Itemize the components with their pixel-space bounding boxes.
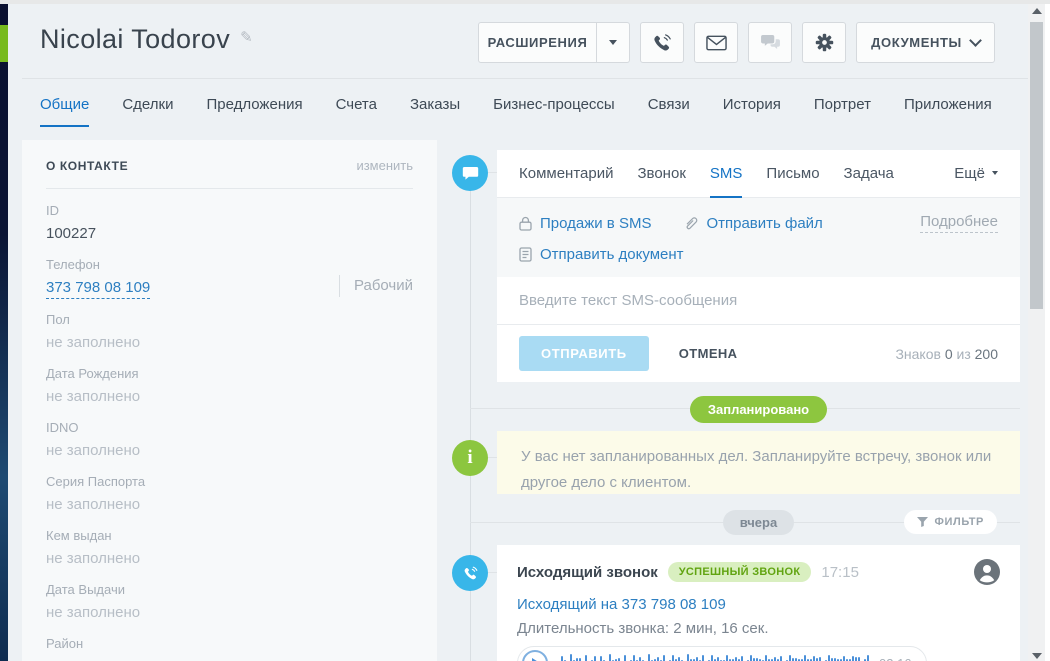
field-partial: Район (46, 636, 84, 651)
phone-type-label: Рабочий (338, 275, 413, 297)
call-status-badge: УСПЕШНЫЙ ЗВОНОК (667, 562, 812, 582)
call-icon (452, 555, 488, 591)
info-icon: i (452, 440, 488, 476)
scroll-down-arrow-icon[interactable] (1032, 653, 1042, 659)
edit-link[interactable]: изменить (356, 158, 413, 173)
caret-down-icon (609, 40, 617, 45)
field-id: ID 100227 (46, 203, 97, 242)
composer-footer: ОТПРАВИТЬ ОТМЕНА Знаков 0 из 200 (497, 324, 1020, 382)
extensions-dropdown-toggle[interactable] (597, 40, 629, 45)
details-link[interactable]: Подробнее (920, 213, 998, 233)
field-phone: Телефон 373 798 08 109 Рабочий (46, 257, 413, 299)
send-button[interactable]: ОТПРАВИТЬ (519, 336, 649, 371)
waveform[interactable] (558, 652, 869, 661)
audio-player: 02:16 (517, 646, 927, 661)
field-gender: Пол не заполнено (46, 312, 141, 351)
scroll-up-arrow-icon[interactable] (1032, 8, 1042, 14)
header-divider (22, 78, 1028, 79)
phone-icon (651, 32, 673, 54)
tab-scheta[interactable]: Счета (336, 96, 377, 127)
field-passport-series: Серия Паспорта не заполнено (46, 474, 146, 513)
field-idno: IDNO не заполнено (46, 420, 141, 459)
composer-tabs: Комментарий Звонок SMS Письмо Задача Ещё (497, 150, 1020, 198)
call-direction-link[interactable]: Исходящий на 373 798 08 109 (517, 596, 1000, 613)
header-toolbar: РАСШИРЕНИЯ ДОКУМЕНТЫ (478, 22, 995, 63)
document-icon (519, 247, 532, 262)
tab-obshchie[interactable]: Общие (40, 96, 90, 127)
field-birthdate: Дата Рождения не заполнено (46, 366, 141, 405)
audio-time: 02:16 (879, 656, 912, 661)
gear-icon (814, 32, 835, 53)
field-issue-date: Дата Выдачи не заполнено (46, 582, 141, 621)
filter-button[interactable]: ФИЛЬТР (903, 510, 997, 534)
composer-more-menu[interactable]: Ещё (954, 150, 998, 198)
char-counter: Знаков 0 из 200 (895, 345, 998, 362)
tab-prilozheniya[interactable]: Приложения (904, 96, 992, 127)
chat-button[interactable] (748, 22, 792, 63)
no-tasks-note: У вас нет запланированных дел. Запланиру… (497, 431, 1020, 494)
nav-rail-active-indicator (0, 25, 8, 62)
caret-down-icon (992, 171, 998, 175)
cancel-button[interactable]: ОТМЕНА (679, 346, 738, 361)
page-title: Nicolai Todorov ✎ (40, 24, 253, 55)
send-document-link[interactable]: Отправить документ (540, 246, 684, 263)
composer-tab-call[interactable]: Звонок (637, 150, 685, 198)
mail-icon (705, 35, 727, 51)
contact-name: Nicolai Todorov (40, 24, 231, 54)
tab-istoriya[interactable]: История (723, 96, 781, 127)
chat-bubbles-icon (760, 34, 781, 51)
documents-button[interactable]: ДОКУМЕНТЫ (856, 22, 995, 63)
field-issued-by: Кем выдан не заполнено (46, 528, 141, 567)
call-title: Исходящий звонок (517, 563, 658, 581)
comment-bubble-icon (452, 155, 488, 191)
extensions-button[interactable]: РАСШИРЕНИЯ (478, 22, 630, 63)
sales-sms-link[interactable]: Продажи в SMS (540, 215, 651, 232)
collapsed-nav-rail (0, 4, 8, 661)
tab-sdelki[interactable]: Сделки (122, 96, 173, 127)
note-composer: Комментарий Звонок SMS Письмо Задача Ещё… (497, 150, 1020, 382)
contact-info-panel: О КОНТАКТЕ изменить ID 100227 Телефон 37… (22, 140, 437, 661)
composer-tab-sms[interactable]: SMS (709, 150, 743, 198)
tab-portret[interactable]: Портрет (814, 96, 871, 127)
play-icon[interactable] (522, 650, 548, 661)
sms-options: Продажи в SMS Отправить файл Подробнее О… (497, 198, 1020, 277)
sms-text-input[interactable]: Введите текст SMS-сообщения (497, 277, 1020, 324)
composer-tab-task[interactable]: Задача (844, 150, 894, 198)
panel-title: О КОНТАКТЕ (46, 158, 129, 173)
call-feed-item: Исходящий звонок УСПЕШНЫЙ ЗВОНОК 17:15 И… (497, 545, 1020, 661)
date-pill: вчера (722, 510, 795, 535)
divider (46, 188, 413, 189)
composer-tab-comment[interactable]: Комментарий (519, 150, 613, 198)
call-time: 17:15 (821, 563, 859, 581)
section-tabs: Общие Сделки Предложения Счета Заказы Би… (40, 96, 992, 127)
chevron-down-icon (968, 34, 982, 47)
phone-number-link[interactable]: 373 798 08 109 (46, 279, 151, 299)
right-edge (1045, 4, 1050, 661)
tab-zakazy[interactable]: Заказы (410, 96, 460, 127)
call-duration: Длительность звонка: 2 мин, 16 сек. (517, 620, 769, 637)
filter-funnel-icon (916, 517, 928, 527)
user-avatar-icon (974, 559, 1000, 585)
tab-biznes-protsessy[interactable]: Бизнес-процессы (493, 96, 615, 127)
planned-separator: Запланировано (497, 396, 1020, 423)
crm-contact-page: Nicolai Todorov ✎ РАСШИРЕНИЯ ДОКУМЕНТЫ О… (0, 0, 1050, 661)
top-edge-strip (0, 0, 1050, 4)
mail-button[interactable] (694, 22, 738, 63)
settings-button[interactable] (802, 22, 846, 63)
send-file-link[interactable]: Отправить файл (706, 215, 822, 232)
paperclip-icon (683, 216, 698, 231)
edit-pencil-icon[interactable]: ✎ (240, 29, 253, 46)
tab-svyazi[interactable]: Связи (648, 96, 690, 127)
composer-tab-letter[interactable]: Письмо (766, 150, 819, 198)
tab-predlozheniya[interactable]: Предложения (206, 96, 302, 127)
lock-icon (519, 216, 532, 231)
scrollbar-thumb[interactable] (1030, 22, 1043, 309)
call-button[interactable] (640, 22, 684, 63)
planned-badge: Запланировано (689, 396, 828, 423)
